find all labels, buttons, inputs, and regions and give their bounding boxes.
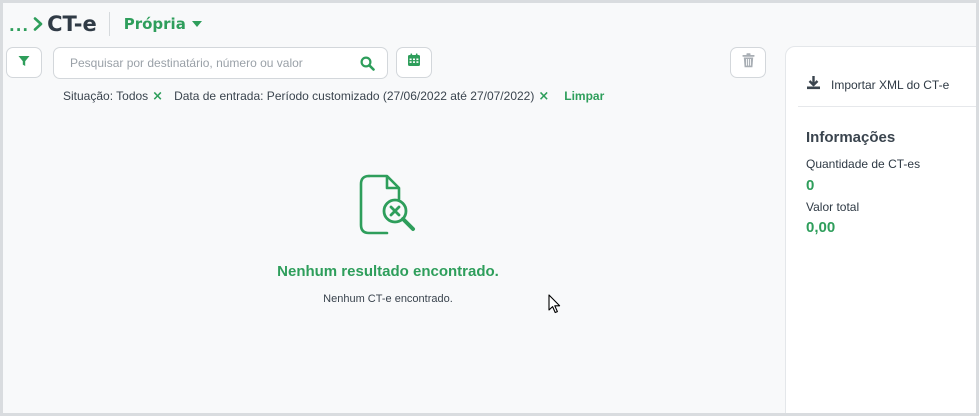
calendar-icon bbox=[407, 53, 421, 72]
date-range-button[interactable] bbox=[396, 47, 432, 78]
total-value: 0,00 bbox=[806, 219, 836, 236]
panel-divider bbox=[798, 106, 976, 107]
dropdown-label: Própria bbox=[123, 15, 186, 33]
total-label: Valor total bbox=[806, 200, 860, 214]
download-icon bbox=[806, 75, 821, 95]
search-input[interactable] bbox=[70, 56, 350, 70]
app-window: ... CT-e Própria Pesquisar por destinatá… bbox=[0, 0, 979, 416]
empty-state-subtitle: Nenhum CT-e encontrado. bbox=[323, 293, 453, 305]
active-filters: Situação: Todos × Data de entrada: Perío… bbox=[63, 89, 604, 103]
filter-chip-label: Situação: Todos bbox=[63, 89, 149, 103]
delete-button[interactable] bbox=[730, 47, 766, 78]
filter-button[interactable] bbox=[6, 47, 42, 78]
issuer-type-dropdown[interactable]: Própria bbox=[124, 15, 202, 33]
title-divider bbox=[108, 12, 110, 36]
search-icon[interactable] bbox=[360, 56, 375, 76]
close-icon[interactable]: × bbox=[538, 90, 549, 103]
empty-state: Nenhum resultado encontrado. Nenhum CT-e… bbox=[3, 173, 773, 305]
mouse-cursor-icon bbox=[548, 294, 561, 319]
clear-filters-link[interactable]: Limpar bbox=[564, 89, 604, 103]
empty-state-title: Nenhum resultado encontrado. bbox=[277, 263, 499, 280]
breadcrumb-ellipsis[interactable]: ... bbox=[9, 17, 29, 35]
caret-down-icon bbox=[191, 21, 202, 27]
search-box bbox=[53, 47, 388, 79]
import-xml-button[interactable]: Importar XML do CT-e bbox=[806, 75, 949, 95]
page-title: CT-e bbox=[47, 12, 97, 36]
info-title: Informações bbox=[806, 129, 896, 146]
document-search-x-icon bbox=[3, 173, 773, 237]
filter-chip-status: Situação: Todos × bbox=[63, 89, 163, 103]
chevron-right-icon bbox=[33, 17, 43, 31]
quantity-label: Quantidade de CT-es bbox=[806, 157, 921, 171]
quantity-value: 0 bbox=[806, 177, 815, 194]
info-panel: Importar XML do CT-e Informações Quantid… bbox=[785, 46, 976, 413]
page-header: ... CT-e Própria bbox=[9, 9, 202, 39]
trash-icon bbox=[742, 52, 755, 73]
filter-chip-label: Data de entrada: Período customizado (27… bbox=[174, 89, 535, 103]
filter-chip-date: Data de entrada: Período customizado (27… bbox=[174, 89, 549, 103]
close-icon[interactable]: × bbox=[152, 90, 163, 103]
filter-icon bbox=[18, 54, 30, 72]
import-xml-label: Importar XML do CT-e bbox=[831, 78, 950, 92]
